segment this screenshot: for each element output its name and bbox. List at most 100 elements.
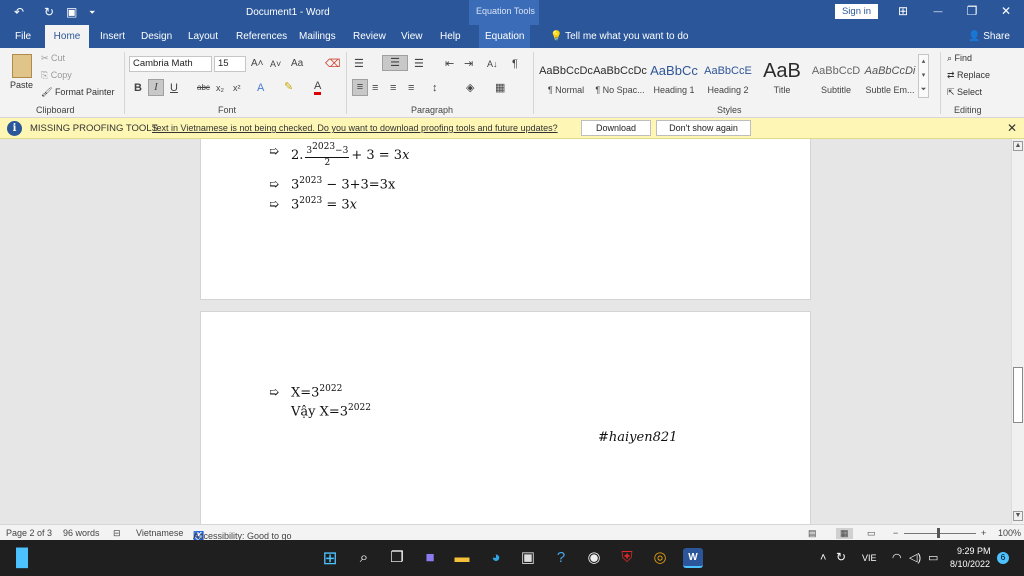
subscript-button[interactable]: x₂ xyxy=(216,81,224,95)
style-no-spacing[interactable]: AaBbCcDc ¶ No Spac... xyxy=(593,60,647,95)
ribbon-display-options-icon[interactable]: ⊞ xyxy=(893,4,913,18)
minimize-icon[interactable]: — xyxy=(928,6,948,16)
font-name-select[interactable]: Cambria Math xyxy=(129,56,212,72)
show-formatting-icon[interactable]: ¶ xyxy=(512,57,518,71)
align-right-icon[interactable]: ≡ xyxy=(390,81,396,95)
close-icon[interactable]: ✕ xyxy=(996,4,1016,18)
zoom-slider-thumb[interactable] xyxy=(937,528,940,538)
tab-references[interactable]: References xyxy=(230,25,293,48)
tab-file[interactable]: File xyxy=(9,25,37,48)
superscript-button[interactable]: x² xyxy=(233,81,241,95)
shrink-font-icon[interactable]: A˅ xyxy=(270,57,281,71)
style-heading-2[interactable]: AaBbCcE Heading 2 xyxy=(701,60,755,95)
store-icon[interactable]: ▣ xyxy=(518,548,538,568)
find-button[interactable]: ⌕ Find xyxy=(947,53,972,64)
underline-button[interactable]: U xyxy=(170,81,178,95)
dont-show-again-button[interactable]: Don't show again xyxy=(656,120,751,136)
select-button[interactable]: ⇱ Select xyxy=(947,87,982,98)
bold-button[interactable]: B xyxy=(134,81,142,95)
style-heading-1[interactable]: AaBbCc Heading 1 xyxy=(647,60,701,95)
clock-date[interactable]: 8/10/2022 xyxy=(950,559,990,569)
close-message-icon[interactable]: ✕ xyxy=(1007,121,1017,135)
word-count[interactable]: 96 words xyxy=(63,528,100,538)
equation-line[interactable]: ➯ 32023 = 3x xyxy=(269,196,357,212)
scroll-up-icon[interactable]: ▲ xyxy=(1013,141,1023,151)
font-color-icon[interactable]: A xyxy=(314,81,322,95)
customize-quick-access-icon[interactable]: ⏷ xyxy=(89,8,95,18)
search-icon[interactable]: ⌕ xyxy=(354,548,374,568)
tab-design[interactable]: Design xyxy=(135,25,178,48)
zoom-in-icon[interactable]: + xyxy=(981,528,986,538)
scroll-down-icon[interactable]: ▼ xyxy=(1013,511,1023,521)
page-count[interactable]: Page 2 of 3 xyxy=(6,528,52,538)
align-left-icon[interactable]: ≡ xyxy=(352,79,368,96)
paste-icon[interactable] xyxy=(12,54,32,78)
help-app-icon[interactable]: ? xyxy=(551,548,571,568)
zoom-out-icon[interactable]: − xyxy=(893,528,898,538)
sort-icon[interactable]: A↓ xyxy=(487,57,498,71)
share-button[interactable]: 👤 Share xyxy=(968,25,1010,48)
styles-gallery-scroll[interactable]: ▴ ▾ ⏷ xyxy=(918,54,929,98)
wifi-icon[interactable]: ◠ xyxy=(892,551,902,564)
vertical-scrollbar[interactable]: ▲ ▼ xyxy=(1011,139,1024,524)
replace-button[interactable]: ⇄ Replace xyxy=(947,70,990,81)
decrease-indent-icon[interactable]: ⇤ xyxy=(445,57,454,71)
mcafee-icon[interactable]: ⛨ xyxy=(617,548,637,568)
app-icon[interactable]: ◉ xyxy=(584,548,604,568)
undo-icon[interactable]: ↶ xyxy=(14,5,24,19)
proofing-icon[interactable]: ⊟ xyxy=(113,528,121,539)
read-mode-icon[interactable]: ▤ xyxy=(808,528,817,539)
zoom-level[interactable]: 100% xyxy=(998,528,1021,538)
teams-chat-icon[interactable]: ■ xyxy=(420,548,440,568)
tab-insert[interactable]: Insert xyxy=(94,25,131,48)
highlight-icon[interactable]: ✎ xyxy=(284,80,293,94)
restore-icon[interactable]: ❐ xyxy=(962,4,982,18)
increase-indent-icon[interactable]: ⇥ xyxy=(464,57,473,71)
text-line[interactable]: Vậy X=32022 xyxy=(291,403,371,419)
style-subtitle[interactable]: AaBbCcD Subtitle xyxy=(809,60,863,95)
web-layout-icon[interactable]: ▭ xyxy=(867,528,876,539)
volume-icon[interactable]: ◁) xyxy=(909,551,921,564)
redo-icon[interactable]: ↻ xyxy=(44,5,54,19)
tell-me-search[interactable]: 💡 Tell me what you want to do xyxy=(550,25,688,48)
page[interactable]: ➯ X=32022 Vậy X=32022 #haiyen821 xyxy=(200,311,811,524)
document-area[interactable]: ➯ 2. 32023−3 2 + 3 = 3x ➯ 32023 − 3+3=3x ➯ … xyxy=(0,139,1011,524)
clock-time[interactable]: 9:29 PM xyxy=(957,546,991,556)
tab-layout[interactable]: Layout xyxy=(182,25,224,48)
copy-button[interactable]: ⎘ Copy xyxy=(41,70,72,81)
grow-font-icon[interactable]: A˄ xyxy=(251,57,264,71)
borders-icon[interactable]: ▦ xyxy=(495,81,505,95)
strikethrough-button[interactable]: abc xyxy=(197,81,210,95)
change-case-icon[interactable]: Aa xyxy=(291,57,303,71)
download-button[interactable]: Download xyxy=(581,120,651,136)
font-size-select[interactable]: 15 xyxy=(214,56,246,72)
page[interactable]: ➯ 2. 32023−3 2 + 3 = 3x ➯ 32023 − 3+3=3x ➯ … xyxy=(200,139,811,300)
input-language[interactable]: VIE xyxy=(862,553,877,563)
tab-help[interactable]: Help xyxy=(434,25,467,48)
tab-equation[interactable]: Equation xyxy=(479,25,531,48)
language-indicator[interactable]: Vietnamese xyxy=(136,528,183,538)
battery-icon[interactable]: ▭ xyxy=(928,551,938,564)
paste-button[interactable]: Paste xyxy=(10,80,33,90)
tab-view[interactable]: View xyxy=(395,25,429,48)
word-taskbar-icon[interactable]: W xyxy=(683,548,703,568)
notification-badge[interactable]: 6 xyxy=(997,552,1009,564)
start-icon[interactable]: ⊞ xyxy=(320,548,340,568)
save-icon[interactable]: ▣ xyxy=(66,5,77,19)
equation-line[interactable]: ➯ 32023 − 3+3=3x xyxy=(269,176,395,192)
multilevel-list-icon[interactable]: ☰ xyxy=(414,57,424,71)
text-line[interactable]: ➯ X=32022 xyxy=(269,384,342,400)
cut-button[interactable]: ✂ Cut xyxy=(41,53,65,64)
sync-icon[interactable]: ↻ xyxy=(836,550,846,564)
bullets-icon[interactable]: ☰ xyxy=(354,57,364,71)
file-explorer-icon[interactable]: ▬ xyxy=(452,548,472,568)
italic-button[interactable]: I xyxy=(148,79,164,96)
message-link[interactable]: Text in Vietnamese is not being checked.… xyxy=(152,123,558,133)
numbering-icon[interactable]: ☰ xyxy=(382,55,408,71)
line-spacing-icon[interactable]: ↕ xyxy=(432,81,438,95)
sign-in-button[interactable]: Sign in xyxy=(835,4,878,19)
tray-overflow-icon[interactable]: ˄ xyxy=(820,552,826,564)
tab-mailings[interactable]: Mailings xyxy=(293,25,342,48)
widgets-icon[interactable]: ▐▌ xyxy=(10,548,34,568)
zoom-slider[interactable] xyxy=(904,533,976,534)
